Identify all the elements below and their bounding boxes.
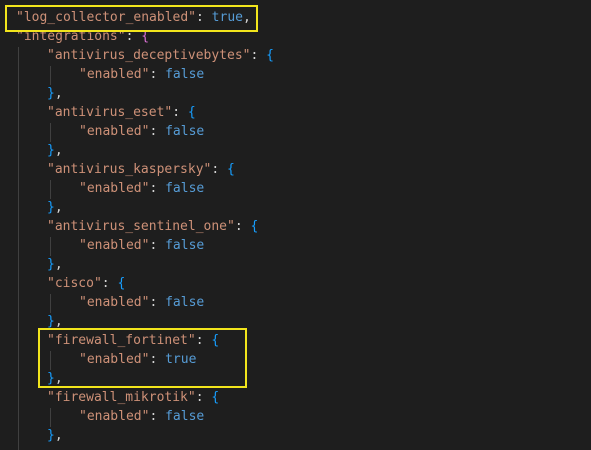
- json-value: false: [165, 409, 205, 424]
- json-key: "cisco": [47, 276, 102, 291]
- close-brace: }: [47, 143, 55, 158]
- close-brace: }: [47, 314, 55, 329]
- json-key: "antivirus_eset": [47, 105, 173, 120]
- json-comma: ,: [54, 314, 63, 329]
- json-key: "antivirus_sentinel_one": [47, 219, 235, 234]
- json-colon: :: [211, 162, 228, 177]
- indent-guide: [50, 237, 51, 256]
- json-colon: :: [234, 219, 251, 234]
- json-comma: ,: [54, 200, 63, 215]
- close-brace: }: [47, 257, 55, 272]
- json-key: "enabled": [79, 238, 150, 253]
- json-colon: :: [149, 67, 166, 82]
- json-comma: ,: [54, 428, 63, 443]
- code-line[interactable]: },: [47, 141, 63, 160]
- json-colon: :: [149, 124, 166, 139]
- code-line-partial: [47, 445, 228, 450]
- close-brace: }: [47, 428, 55, 443]
- indent-guide: [50, 66, 51, 85]
- json-colon: :: [250, 48, 267, 63]
- indent-guide: [50, 123, 51, 142]
- json-colon: :: [149, 295, 166, 310]
- code-line[interactable]: "enabled": false: [79, 65, 204, 84]
- json-comma: ,: [54, 257, 63, 272]
- json-key: "antivirus_deceptivebytes": [47, 48, 251, 63]
- code-line[interactable]: },: [47, 198, 63, 217]
- code-line[interactable]: "cisco": {: [47, 274, 125, 293]
- code-line[interactable]: "enabled": false: [79, 407, 204, 426]
- code-line[interactable]: },: [47, 84, 63, 103]
- code-line[interactable]: "antivirus_deceptivebytes": {: [47, 46, 274, 65]
- indent-guide: [50, 180, 51, 199]
- indent-guide: [50, 294, 51, 313]
- json-key: "firewall_mikrotik": [47, 390, 196, 405]
- open-brace: {: [211, 390, 220, 405]
- close-brace: }: [47, 200, 55, 215]
- json-colon: :: [101, 276, 118, 291]
- code-editor[interactable]: "log_collector_enabled": true, "integrat…: [0, 0, 591, 450]
- code-line[interactable]: },: [47, 255, 63, 274]
- open-brace: {: [187, 105, 196, 120]
- code-line[interactable]: "antivirus_eset": {: [47, 103, 196, 122]
- indent-guide: [18, 47, 19, 450]
- json-key: "enabled": [79, 181, 150, 196]
- code-line[interactable]: "firewall_mikrotik": {: [47, 388, 219, 407]
- close-brace: }: [47, 86, 55, 101]
- json-colon: :: [149, 409, 166, 424]
- open-brace: {: [117, 276, 126, 291]
- json-comma: ,: [54, 143, 63, 158]
- json-value: false: [165, 67, 205, 82]
- json-key: "enabled": [79, 409, 150, 424]
- highlight-box-log-collector: [5, 5, 258, 32]
- json-colon: :: [149, 181, 166, 196]
- json-value: false: [165, 295, 205, 310]
- code-line[interactable]: "enabled": false: [79, 236, 204, 255]
- json-key: "antivirus_kaspersky": [47, 162, 212, 177]
- json-colon: :: [195, 390, 212, 405]
- json-value: false: [165, 238, 205, 253]
- open-brace: {: [250, 219, 259, 234]
- json-comma: ,: [54, 86, 63, 101]
- json-colon: :: [172, 105, 188, 120]
- code-line[interactable]: "enabled": false: [79, 122, 204, 141]
- code-line[interactable]: "enabled": false: [79, 293, 204, 312]
- indent-guide: [50, 408, 51, 427]
- json-value: false: [165, 124, 205, 139]
- code-line[interactable]: "enabled": false: [79, 179, 204, 198]
- code-line[interactable]: },: [47, 426, 63, 445]
- open-brace: {: [266, 48, 274, 63]
- code-line[interactable]: "antivirus_kaspersky": {: [47, 160, 235, 179]
- json-colon: :: [149, 238, 166, 253]
- json-value: false: [165, 181, 205, 196]
- highlight-box-firewall-fortinet: [38, 328, 247, 388]
- code-line[interactable]: "antivirus_sentinel_one": {: [47, 217, 258, 236]
- open-brace: {: [227, 162, 235, 177]
- json-key: "enabled": [79, 124, 150, 139]
- json-key: "enabled": [79, 67, 150, 82]
- json-key: "enabled": [79, 295, 150, 310]
